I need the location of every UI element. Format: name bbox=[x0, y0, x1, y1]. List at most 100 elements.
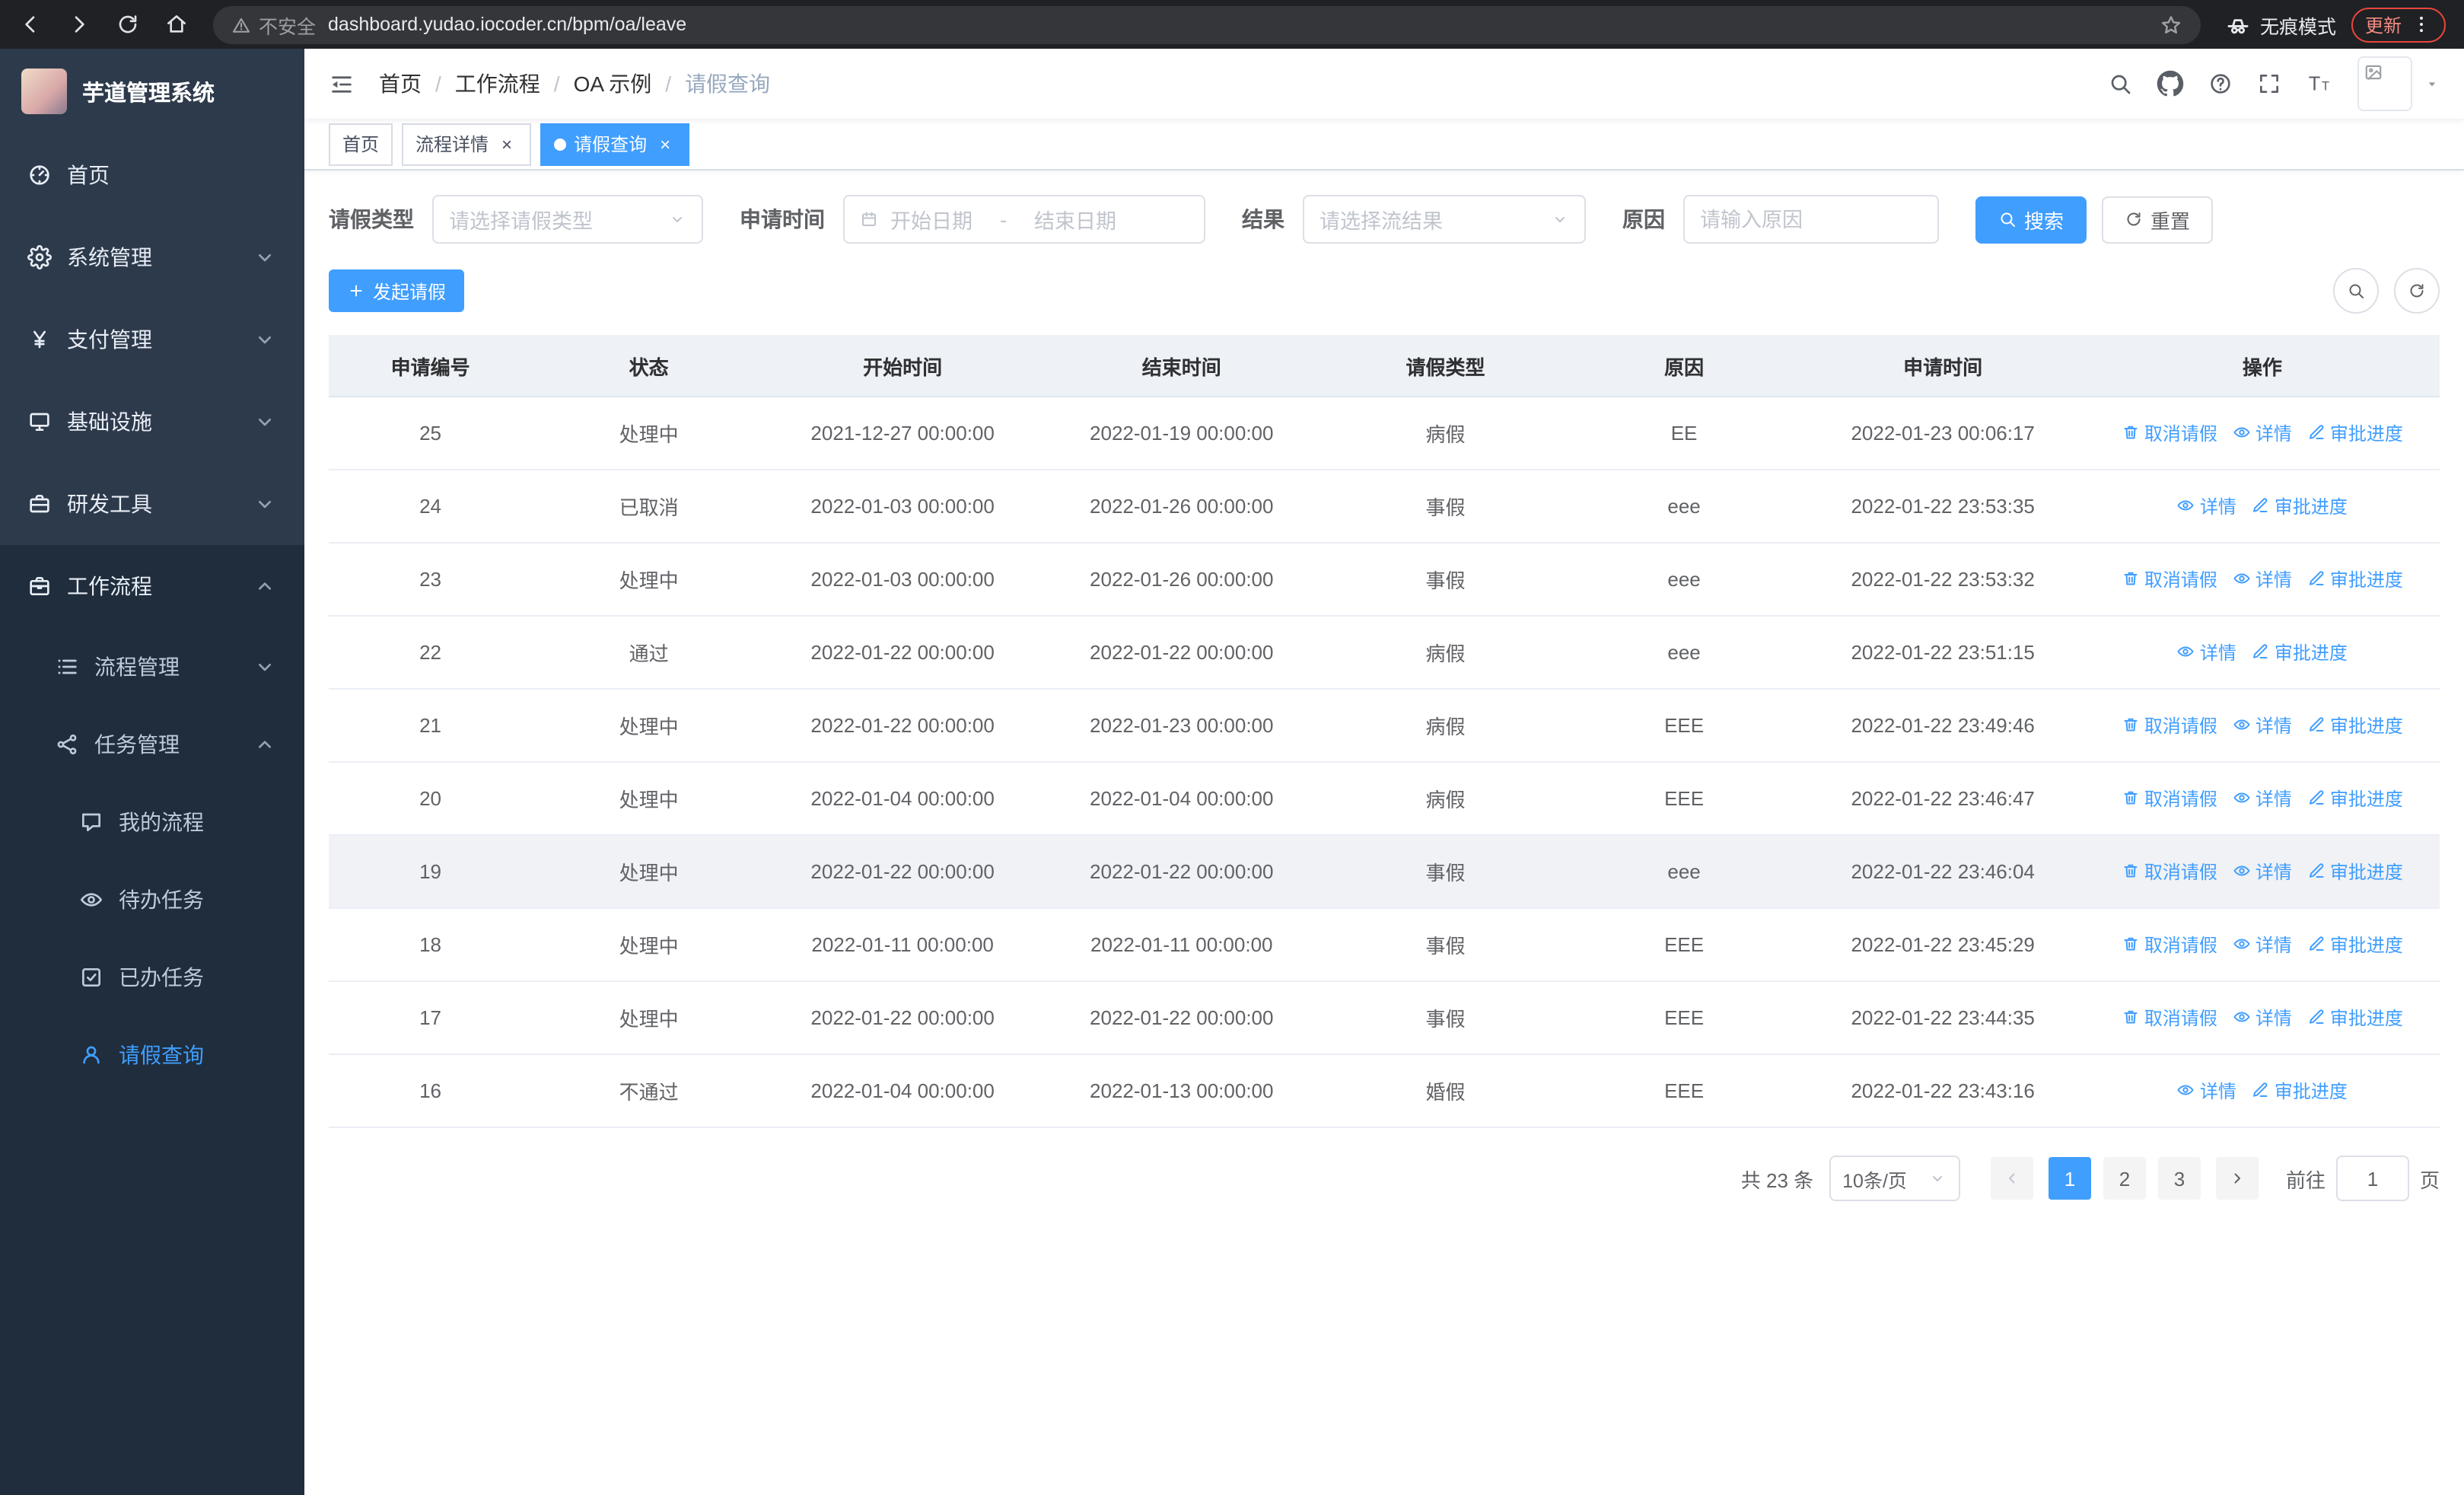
sidebar-item-infrastructure[interactable]: 基础设施 bbox=[0, 381, 304, 463]
progress-action[interactable]: 审批进度 bbox=[2307, 859, 2403, 885]
sidebar-item-workflow[interactable]: 工作流程 bbox=[0, 545, 304, 627]
avatar-caret-icon[interactable] bbox=[2424, 76, 2440, 91]
breadcrumb-item[interactable]: 首页 bbox=[379, 69, 422, 99]
cancel-action[interactable]: 取消请假 bbox=[2122, 566, 2217, 592]
goto-page-input[interactable] bbox=[2335, 1156, 2409, 1201]
cell-end-time: 2022-01-22 00:00:00 bbox=[1039, 835, 1324, 909]
bookmark-star-icon[interactable] bbox=[2160, 13, 2182, 36]
trash-icon bbox=[2122, 424, 2140, 442]
cell-reason: EE bbox=[1567, 397, 1801, 470]
sidebar-item-dev-tools[interactable]: 研发工具 bbox=[0, 463, 304, 545]
tab-leave-query[interactable]: 请假查询 × bbox=[540, 123, 690, 165]
sidebar-item-system-management[interactable]: 系统管理 bbox=[0, 216, 304, 298]
apply-time-range[interactable]: 开始日期 - 结束日期 bbox=[843, 195, 1205, 244]
cell-start-time: 2022-01-22 00:00:00 bbox=[766, 981, 1040, 1055]
browser-home-icon[interactable] bbox=[164, 12, 189, 37]
next-page-button[interactable] bbox=[2215, 1157, 2259, 1200]
progress-action[interactable]: 审批进度 bbox=[2252, 639, 2348, 665]
cancel-action[interactable]: 取消请假 bbox=[2122, 786, 2217, 811]
search-button[interactable]: 搜索 bbox=[1975, 196, 2087, 243]
cancel-action[interactable]: 取消请假 bbox=[2122, 1005, 2217, 1031]
progress-action[interactable]: 审批进度 bbox=[2307, 932, 2403, 958]
prev-page-button[interactable] bbox=[1990, 1157, 2033, 1200]
sidebar-toggle-icon[interactable] bbox=[329, 71, 355, 97]
sidebar-item-todo-tasks[interactable]: 待办任务 bbox=[0, 860, 304, 938]
sidebar-item-home[interactable]: 首页 bbox=[0, 134, 304, 216]
page-size-select[interactable]: 10条/页 bbox=[1829, 1156, 1960, 1201]
address-bar[interactable]: 不安全 dashboard.yudao.iocoder.cn/bpm/oa/le… bbox=[213, 5, 2201, 43]
tab-close-icon[interactable]: × bbox=[654, 133, 676, 155]
font-size-icon[interactable]: TT bbox=[2306, 70, 2333, 97]
leave-type-select[interactable]: 请选择请假类型 bbox=[432, 195, 703, 244]
progress-action[interactable]: 审批进度 bbox=[2307, 786, 2403, 811]
sidebar-item-process-management[interactable]: 流程管理 bbox=[0, 627, 304, 705]
sidebar-item-task-management[interactable]: 任务管理 bbox=[0, 705, 304, 783]
detail-action[interactable]: 详情 bbox=[2233, 859, 2292, 885]
header-search-icon[interactable] bbox=[2108, 72, 2132, 96]
help-icon[interactable] bbox=[2208, 72, 2233, 96]
detail-action[interactable]: 详情 bbox=[2233, 712, 2292, 738]
cell-actions: 取消请假 详情 审批进度 bbox=[2084, 981, 2440, 1055]
progress-action[interactable]: 审批进度 bbox=[2252, 493, 2348, 519]
reset-button[interactable]: 重置 bbox=[2102, 196, 2214, 243]
sidebar-item-my-processes[interactable]: 我的流程 bbox=[0, 783, 304, 860]
breadcrumb-item[interactable]: OA 示例 bbox=[574, 69, 652, 99]
app-logo[interactable]: 芋道管理系统 bbox=[0, 49, 304, 134]
cell-leave-type: 事假 bbox=[1323, 470, 1568, 543]
breadcrumb-item[interactable]: 工作流程 bbox=[455, 69, 540, 99]
cell-id: 18 bbox=[329, 908, 533, 982]
tab-home[interactable]: 首页 bbox=[329, 123, 393, 165]
reset-icon bbox=[2125, 210, 2143, 228]
security-chip[interactable]: 不安全 bbox=[231, 10, 316, 39]
progress-action[interactable]: 审批进度 bbox=[2252, 1078, 2348, 1104]
detail-action[interactable]: 详情 bbox=[2233, 566, 2292, 592]
breadcrumb-item: 请假查询 bbox=[685, 72, 771, 96]
progress-action[interactable]: 审批进度 bbox=[2307, 1005, 2403, 1031]
table-row: 17 处理中 2022-01-22 00:00:00 2022-01-22 00:00… bbox=[329, 981, 2440, 1055]
detail-action[interactable]: 详情 bbox=[2177, 493, 2236, 519]
fullscreen-icon[interactable] bbox=[2257, 72, 2281, 96]
detail-action[interactable]: 详情 bbox=[2233, 420, 2292, 446]
tab-process-detail[interactable]: 流程详情 × bbox=[402, 123, 532, 165]
detail-action[interactable]: 详情 bbox=[2233, 1005, 2292, 1031]
page-button-2[interactable]: 2 bbox=[2103, 1157, 2146, 1200]
create-leave-button[interactable]: 发起请假 bbox=[329, 269, 465, 312]
browser-menu-icon[interactable] bbox=[2411, 14, 2432, 35]
progress-action[interactable]: 审批进度 bbox=[2307, 566, 2403, 592]
reason-filter: 原因 bbox=[1622, 195, 1939, 244]
table-toolbar: 发起请假 bbox=[329, 268, 2440, 314]
cancel-action[interactable]: 取消请假 bbox=[2122, 420, 2217, 446]
navbar-actions: TT bbox=[2108, 56, 2440, 111]
cancel-action[interactable]: 取消请假 bbox=[2122, 859, 2217, 885]
tab-close-icon[interactable]: × bbox=[496, 133, 517, 155]
progress-action[interactable]: 审批进度 bbox=[2307, 420, 2403, 446]
cell-actions: 取消请假 详情 审批进度 bbox=[2084, 397, 2440, 470]
refresh-button[interactable] bbox=[2394, 268, 2440, 314]
forward-icon[interactable] bbox=[67, 12, 91, 37]
edit-icon bbox=[2252, 643, 2270, 661]
toggle-search-button[interactable] bbox=[2333, 268, 2379, 314]
github-icon[interactable] bbox=[2157, 70, 2184, 97]
progress-action[interactable]: 审批进度 bbox=[2307, 712, 2403, 738]
cancel-action[interactable]: 取消请假 bbox=[2122, 932, 2217, 958]
reason-label: 原因 bbox=[1622, 207, 1665, 231]
reload-icon[interactable] bbox=[116, 12, 140, 37]
reason-input[interactable] bbox=[1683, 195, 1939, 244]
back-icon[interactable] bbox=[18, 12, 43, 37]
avatar[interactable] bbox=[2357, 56, 2412, 111]
update-button[interactable]: 更新 bbox=[2351, 7, 2446, 42]
cancel-action[interactable]: 取消请假 bbox=[2122, 712, 2217, 738]
detail-action[interactable]: 详情 bbox=[2233, 932, 2292, 958]
edit-icon bbox=[2252, 497, 2270, 515]
result-label: 结果 bbox=[1242, 207, 1285, 231]
sidebar-item-done-tasks[interactable]: 已办任务 bbox=[0, 938, 304, 1015]
detail-action[interactable]: 详情 bbox=[2233, 786, 2292, 811]
result-select[interactable]: 请选择流结果 bbox=[1303, 195, 1586, 244]
browser-chrome: 不安全 dashboard.yudao.iocoder.cn/bpm/oa/le… bbox=[0, 0, 2464, 49]
sidebar-item-payment-management[interactable]: 支付管理 bbox=[0, 298, 304, 381]
detail-action[interactable]: 详情 bbox=[2177, 639, 2236, 665]
page-button-3[interactable]: 3 bbox=[2157, 1157, 2201, 1200]
sidebar-item-leave-query[interactable]: 请假查询 bbox=[0, 1015, 304, 1093]
page-button-1[interactable]: 1 bbox=[2048, 1157, 2091, 1200]
detail-action[interactable]: 详情 bbox=[2177, 1078, 2236, 1104]
